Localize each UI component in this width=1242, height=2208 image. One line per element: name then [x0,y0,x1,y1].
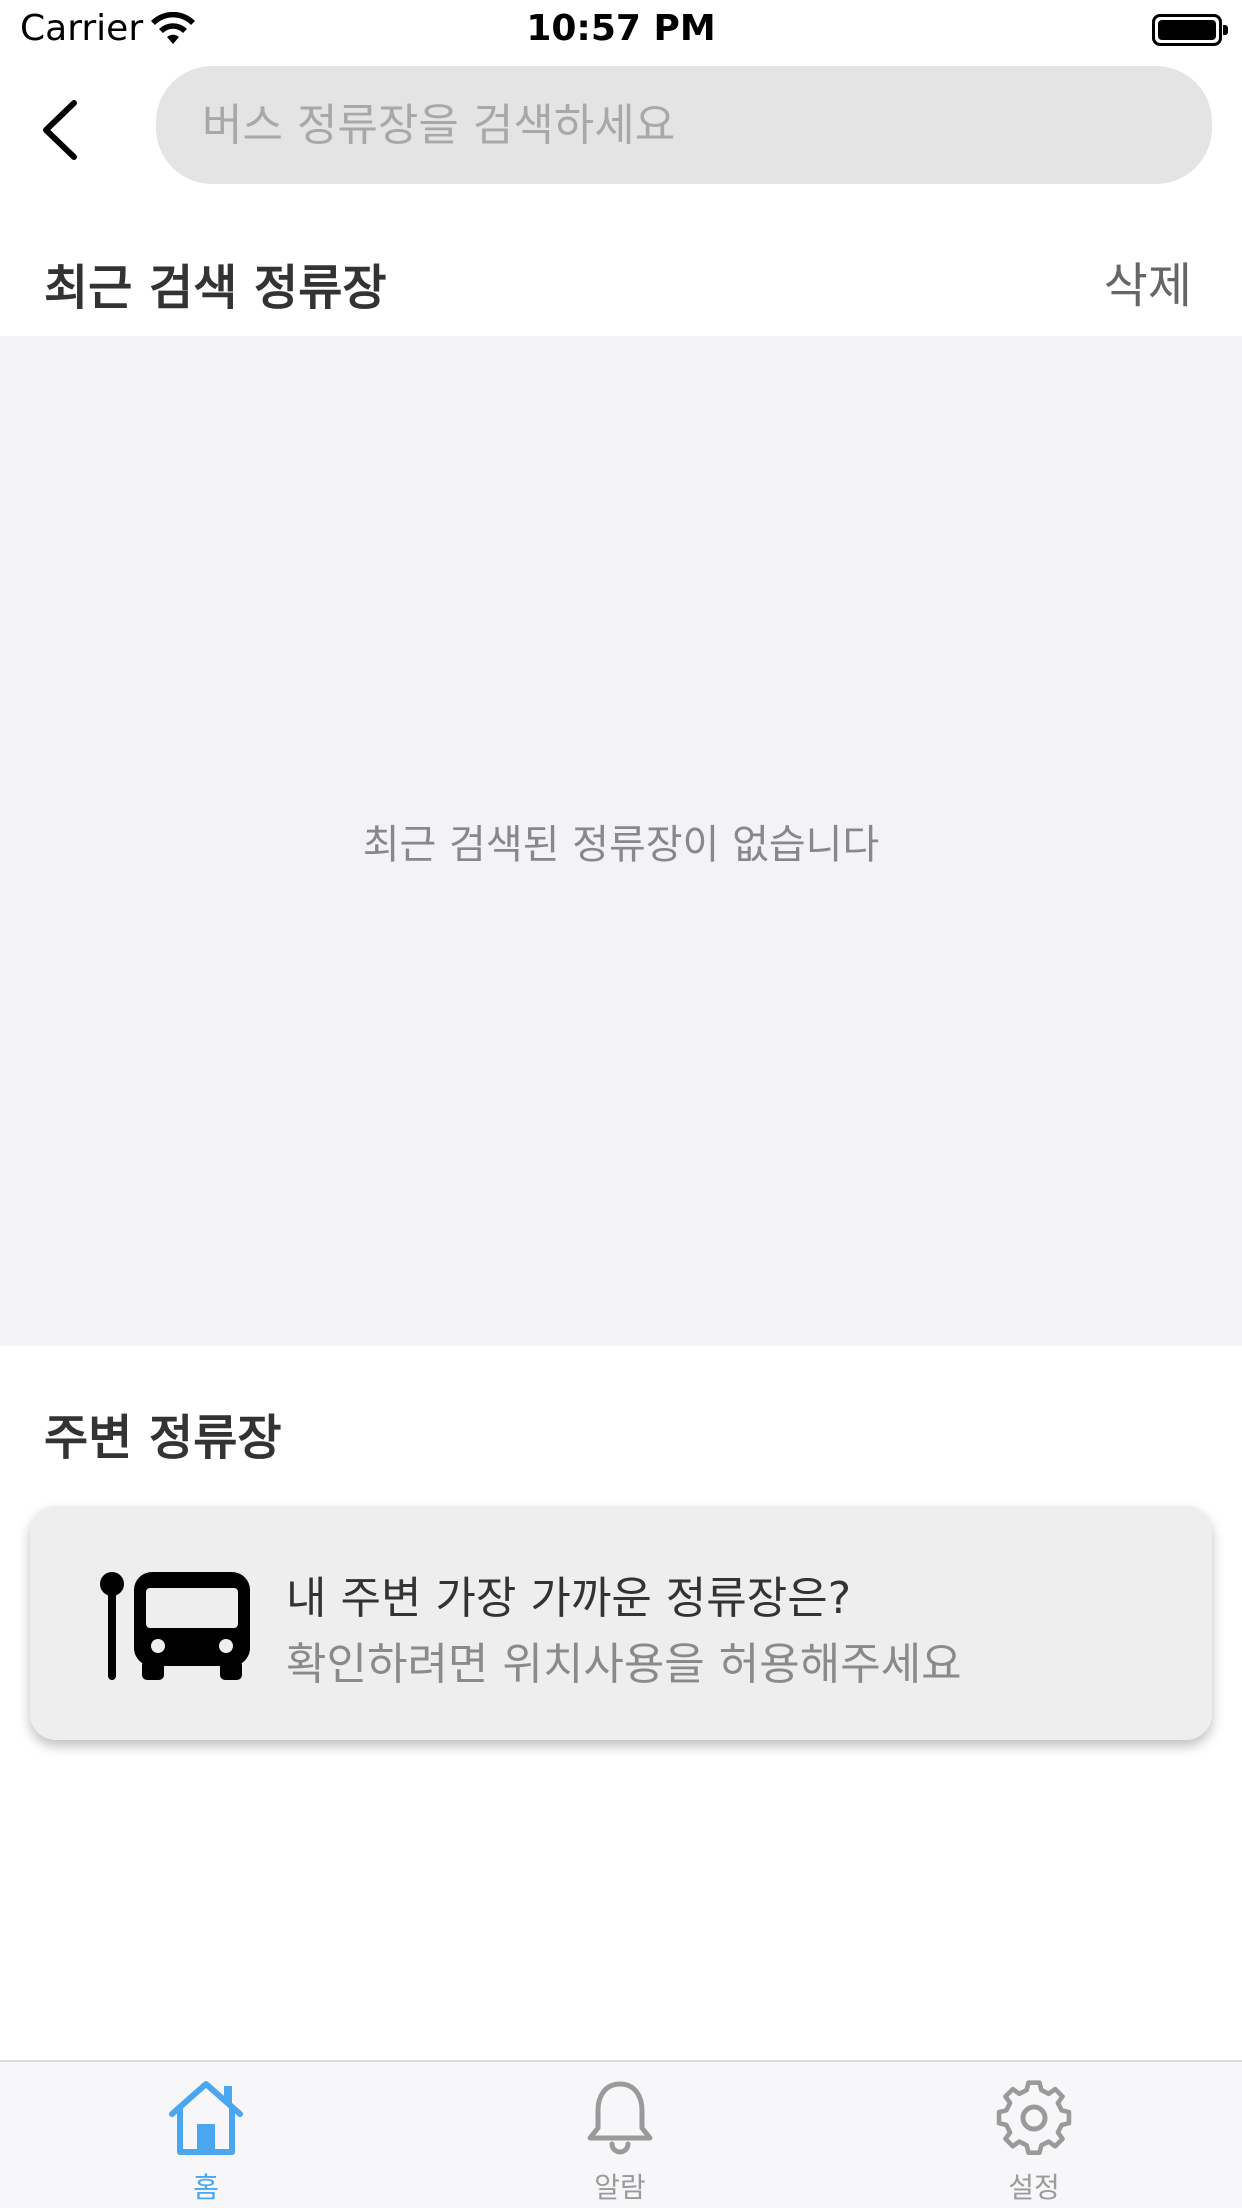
gear-icon [996,2080,1072,2155]
search-input[interactable] [202,99,1212,151]
empty-message: 최근 검색된 정류장이 없습니다 [362,822,880,868]
home-icon [169,2081,243,2155]
tab-label: 알람 [594,2171,646,2204]
tab-bar: 홈 알람 설정 [0,2060,1242,2208]
recent-title: 최근 검색 정류장 [44,260,387,316]
chevron-left-icon [43,100,77,160]
card-title: 내 주변 가장 가까운 정류장은? [286,1573,852,1624]
nearby-title: 주변 정류장 [44,1410,282,1466]
clock: 10:57 PM [526,8,716,49]
bus-stop-icon [100,1572,250,1680]
nearby-location-card[interactable]: 내 주변 가장 가까운 정류장은? 확인하려면 위치사용을 허용해주세요 [30,1506,1212,1740]
back-button[interactable] [30,90,90,170]
recent-header: 최근 검색 정류장 삭제 [0,240,1242,336]
battery-icon [1152,14,1228,46]
delete-button[interactable]: 삭제 [1104,246,1192,316]
tab-label: 설정 [1008,2171,1060,2204]
recent-list: 최근 검색된 정류장이 없습니다 [0,336,1242,1346]
bell-icon [587,2081,653,2155]
bus-search-screen: Carrier 10:57 PM 최근 검색 정류장 삭제 최근 검색된 정류장… [0,0,1242,2208]
search-bar[interactable] [156,66,1212,184]
tab-home[interactable]: 홈 [106,2062,306,2208]
status-bar: Carrier 10:57 PM [0,0,1242,62]
tab-settings[interactable]: 설정 [934,2062,1134,2208]
tab-label: 홈 [193,2171,219,2204]
tab-alarm[interactable]: 알람 [520,2062,720,2208]
card-subtitle: 확인하려면 위치사용을 허용해주세요 [286,1639,962,1690]
